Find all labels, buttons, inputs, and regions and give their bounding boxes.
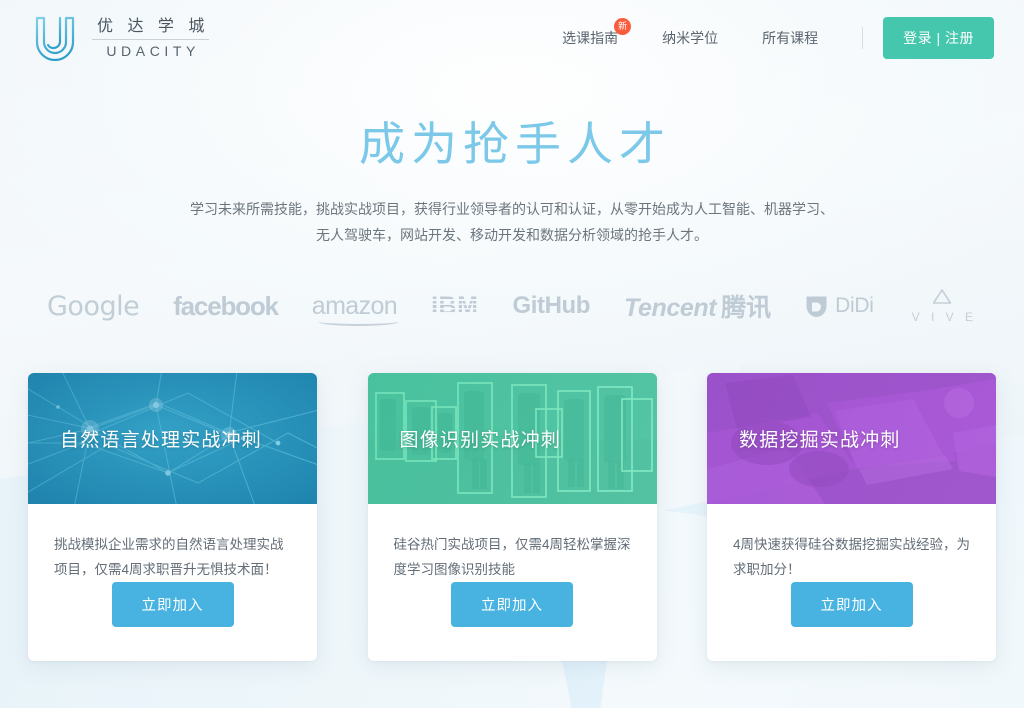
card-cta-area: 立即加入	[394, 582, 631, 661]
partner-logo-strip: Google facebook amazon IBM GitHub Tencen…	[0, 288, 1024, 326]
card-body: 硅谷热门实战项目，仅需4周轻松掌握深度学习图像识别技能 立即加入	[368, 504, 657, 661]
main-navigation: 选课指南 新 纳米学位 所有课程 登录 | 注册	[540, 17, 994, 59]
tencent-word-en: Tencent	[624, 294, 717, 322]
brand-name-cn: 优 达 学 城	[97, 17, 210, 35]
course-card-list: 自然语言处理实战冲刺 挑战模拟企业需求的自然语言处理实战项目，仅需4周求职晋升无…	[28, 373, 996, 661]
partner-logo-tencent: Tencent 腾讯	[624, 288, 771, 324]
nav-item-nanodegree[interactable]: 纳米学位	[640, 22, 740, 54]
amazon-word-text: amazon	[311, 291, 398, 320]
card-title: 自然语言处理实战冲刺	[60, 430, 263, 451]
card-body: 挑战模拟企业需求的自然语言处理实战项目，仅需4周求职晋升无惧技术面！ 立即加入	[28, 504, 317, 661]
hero-section: 成为抢手人才 学习未来所需技能，挑战实战项目，获得行业领导者的认可和认证，从零开…	[0, 76, 1024, 326]
card-description: 挑战模拟企业需求的自然语言处理实战项目，仅需4周求职晋升无惧技术面！	[54, 537, 284, 577]
partner-logo-vive: V I V E	[908, 288, 977, 324]
didi-shield-icon	[806, 296, 827, 317]
card-title: 数据挖掘实战冲刺	[739, 430, 901, 451]
partner-logo-github: GitHub	[512, 292, 590, 320]
card-body: 4周快速获得硅谷数据挖掘实战经验，为求职加分！ 立即加入	[707, 504, 996, 661]
github-wordmark: GitHub	[512, 292, 591, 319]
vive-triangle-icon	[933, 289, 952, 304]
card-description: 4周快速获得硅谷数据挖掘实战经验，为求职加分！	[733, 537, 971, 577]
course-card[interactable]: 数据挖掘实战冲刺 4周快速获得硅谷数据挖掘实战经验，为求职加分！ 立即加入	[707, 373, 996, 661]
partner-logo-google: Google	[47, 290, 140, 322]
card-media-data-mining: 数据挖掘实战冲刺	[707, 373, 996, 504]
course-card[interactable]: 自然语言处理实战冲刺 挑战模拟企业需求的自然语言处理实战项目，仅需4周求职晋升无…	[28, 373, 317, 661]
nav-new-badge: 新	[614, 18, 632, 35]
partner-logo-facebook: facebook	[173, 290, 279, 322]
card-media-nlp: 自然语言处理实战冲刺	[28, 373, 317, 504]
page-root: 优 达 学 城 UDACITY 选课指南 新 纳米学位 所有课程 登录 | 注册…	[0, 0, 1024, 661]
partner-logo-didi: DiDi	[805, 294, 874, 319]
nav-item-course-guide[interactable]: 选课指南 新	[540, 18, 640, 54]
google-wordmark: Google	[47, 290, 140, 322]
card-description: 硅谷热门实战项目，仅需4周轻松掌握深度学习图像识别技能	[393, 537, 631, 577]
card-cta-area: 立即加入	[54, 582, 291, 661]
join-now-button[interactable]: 立即加入	[790, 582, 913, 627]
brand-name-en: UDACITY	[106, 42, 200, 59]
amazon-smile-icon	[317, 317, 400, 326]
tencent-wordmark: Tencent 腾讯	[624, 288, 771, 324]
amazon-wordmark: amazon	[311, 291, 400, 326]
hero-subtitle: 学习未来所需技能，挑战实战项目，获得行业领导者的认可和认证，从零开始成为人工智能…	[190, 201, 834, 243]
brand-wordmark: 优 达 学 城 UDACITY	[92, 17, 210, 60]
tencent-word-cn: 腾讯	[721, 294, 772, 322]
site-header: 优 达 学 城 UDACITY 选课指南 新 纳米学位 所有课程 登录 | 注册	[0, 0, 1024, 76]
udacity-u-logo-icon	[35, 16, 75, 61]
login-register-button[interactable]: 登录 | 注册	[883, 17, 994, 59]
facebook-wordmark: facebook	[173, 290, 279, 321]
nav-item-label: 所有课程	[762, 30, 819, 46]
card-media-image-recognition: 图像识别实战冲刺	[367, 373, 657, 504]
nav-item-label: 选课指南	[562, 30, 619, 46]
ibm-wordmark: IBM	[431, 291, 479, 320]
hero-title: 成为抢手人才	[359, 118, 671, 170]
card-title: 图像识别实战冲刺	[399, 430, 562, 451]
course-card[interactable]: 图像识别实战冲刺 硅谷热门实战项目，仅需4周轻松掌握深度学习图像识别技能 立即加…	[367, 373, 657, 661]
brand-divider	[92, 38, 210, 40]
brand-logo[interactable]: 优 达 学 城 UDACITY	[34, 15, 210, 61]
card-cta-area: 立即加入	[733, 582, 970, 661]
join-now-button[interactable]: 立即加入	[451, 582, 573, 627]
partner-logo-ibm: IBM	[431, 292, 478, 321]
join-now-button[interactable]: 立即加入	[111, 582, 234, 627]
didi-wordmark: DiDi	[835, 294, 874, 317]
nav-divider	[862, 27, 864, 49]
partner-logo-amazon: amazon	[311, 291, 400, 326]
nav-item-all-courses[interactable]: 所有课程	[740, 22, 840, 54]
nav-item-label: 纳米学位	[662, 30, 719, 46]
vive-wordmark: V I V E	[911, 310, 977, 324]
